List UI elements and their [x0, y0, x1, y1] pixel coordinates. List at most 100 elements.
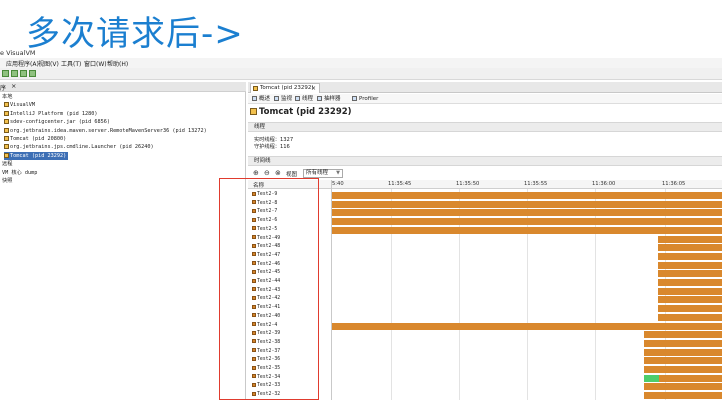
page-title-text: Tomcat (pid 23292) [259, 107, 352, 117]
zoom-fit-icon[interactable]: ⊗ [275, 169, 281, 177]
tree-item[interactable]: 本地 [2, 93, 12, 101]
window-title: e VisualVM [0, 49, 36, 57]
thread-state-bar [644, 392, 722, 400]
tree-item-label: Tomcat (pid 20800) [10, 136, 67, 142]
thread-state-bar [657, 270, 722, 278]
thread-state-bar [644, 366, 722, 373]
add-jmx-icon[interactable] [20, 70, 27, 77]
heap-dump-icon[interactable] [29, 70, 36, 77]
thread-state-bar [332, 322, 722, 330]
tree-item[interactable]: 快照 [2, 177, 12, 185]
tree-item[interactable]: 远程 [2, 160, 12, 168]
page-title: Tomcat (pid 23292) [250, 107, 352, 117]
thread-state-bar [644, 348, 722, 356]
open-application-icon[interactable] [2, 70, 9, 77]
subtab[interactable]: 抽样器 [317, 95, 341, 103]
application-icon [4, 119, 9, 125]
subtab[interactable]: Profiler [352, 95, 378, 103]
zoom-out-icon[interactable]: ⊖ [264, 169, 270, 177]
threads-section-header: 线程 [248, 122, 722, 132]
view-subtabs: 概述 监视 线程 抽样器 Profiler [248, 94, 722, 104]
thread-state-bar [332, 218, 722, 226]
chevron-down-icon: ▼ [336, 170, 340, 176]
thread-state-bar [657, 313, 722, 321]
add-host-icon[interactable] [11, 70, 18, 77]
applications-panel: 序 × 本地 VisualVM IntelliJ Platform (pid 128… [0, 82, 246, 400]
tree-item-label: org.jetbrains.idea.maven.server.RemoteMa… [10, 127, 207, 134]
panel-header-label: 序 [0, 85, 7, 92]
tree-item-label: 快照 [2, 178, 13, 184]
menu-item[interactable]: 应用程序(A) [6, 59, 39, 68]
subtab-label: 抽样器 [324, 96, 341, 102]
menu-item[interactable]: 视图(V) [38, 59, 59, 68]
tree-item-label: IntelliJ Platform (pid 1280) [10, 110, 98, 117]
close-tab-icon[interactable]: × [311, 84, 316, 93]
view-select[interactable]: 所有线程 ▼ [303, 169, 343, 178]
application-icon [4, 144, 9, 150]
thread-state-bar [657, 279, 722, 286]
time-tick-label: 5:40 [332, 181, 344, 187]
subtab[interactable]: 概述 [252, 95, 270, 103]
tree-item[interactable]: VM 核心 dump [2, 169, 37, 177]
view-select-value: 所有线程 [306, 170, 329, 176]
thread-state-bar [332, 192, 722, 199]
menu-item[interactable]: 工具(T) [61, 59, 81, 68]
subtab-label: 概述 [259, 96, 271, 102]
tab-tomcat[interactable]: Tomcat (pid 23292) × [250, 83, 320, 93]
menu-item[interactable]: 帮助(H) [107, 59, 128, 68]
tab-label: Tomcat (pid 23292) [260, 85, 314, 91]
timeline-header: 名称 5:40 11:35:45 11:35:50 11:35:55 11:36:00 1… [248, 180, 722, 189]
subtab-icon [317, 96, 322, 101]
time-tick-label: 11:35:45 [388, 181, 412, 187]
tree-item-label: Tomcat (pid 23292) [10, 152, 67, 159]
tree-item-label: VisualVM [10, 102, 35, 109]
subtab[interactable]: 线程 [295, 95, 313, 103]
subtab[interactable]: 监视 [274, 95, 292, 103]
close-panel-icon[interactable]: × [11, 82, 16, 90]
tomcat-icon [250, 108, 257, 115]
application-icon [4, 102, 9, 108]
thread-state-bar [644, 331, 722, 339]
thread-state-bar [332, 209, 722, 217]
tree-item[interactable]: VisualVM [4, 101, 35, 109]
tree-item-label: VM 核心 dump [2, 169, 38, 176]
application-icon [4, 127, 9, 133]
thread-state-bar [644, 339, 722, 347]
view-label: 视图 [286, 172, 298, 178]
tree-item[interactable]: Tomcat (pid 20800) [4, 135, 66, 143]
tree-item-label: sdev-configcenter.jar (pid 6856) [10, 119, 110, 126]
subtab-label: Profiler [359, 96, 379, 102]
tree-item[interactable]: sdev-configcenter.jar (pid 6856) [4, 118, 110, 126]
tree-item[interactable]: org.jetbrains.jps.cmdline.Launcher (pid … [4, 143, 154, 151]
subtab-icon [274, 96, 279, 101]
thread-state-bar [332, 226, 722, 234]
application-view: Tomcat (pid 23292) × 概述 监视 线程 抽样器 Profiler T… [248, 82, 722, 400]
subtab-label: 监视 [281, 96, 293, 102]
menu-bar: 应用程序(A) 视图(V) 工具(T) 窗口(W) 帮助(H) [0, 58, 722, 68]
thread-state-bar [644, 357, 722, 365]
thread-state-bar [657, 296, 722, 304]
application-icon [4, 152, 9, 158]
time-tick-label: 11:35:50 [456, 181, 480, 187]
thread-state-bar [657, 305, 722, 313]
time-tick-label: 11:36:00 [592, 181, 616, 187]
subtab-icon [252, 96, 257, 101]
application-icon [4, 136, 9, 141]
tree-item-label: org.jetbrains.jps.cmdline.Launcher (pid … [10, 144, 154, 151]
menu-item[interactable]: 窗口(W) [84, 59, 107, 68]
tree-item[interactable]: org.jetbrains.idea.maven.server.RemoteMa… [4, 127, 207, 135]
main-toolbar [0, 68, 722, 80]
zoom-in-icon[interactable]: ⊕ [253, 169, 259, 177]
thread-state-bar [657, 252, 722, 260]
tree-item[interactable]: Tomcat (pid 23292) [4, 151, 69, 160]
tree-item[interactable]: IntelliJ Platform (pid 1280) [4, 110, 97, 118]
thread-state-bar [644, 383, 722, 391]
time-tick-label: 11:35:55 [524, 181, 548, 187]
tree-item-label: 本地 [2, 94, 13, 100]
daemon-threads-count: 守护线程：116 [254, 144, 290, 150]
timeline-toolbar: ⊕ ⊖ ⊗ 视图 所有线程 ▼ [248, 168, 722, 179]
live-threads-count: 实时线程：1327 [254, 137, 294, 143]
tree-item-label: 远程 [2, 161, 13, 168]
thread-state-bar [657, 261, 722, 269]
application-icon [4, 110, 9, 116]
